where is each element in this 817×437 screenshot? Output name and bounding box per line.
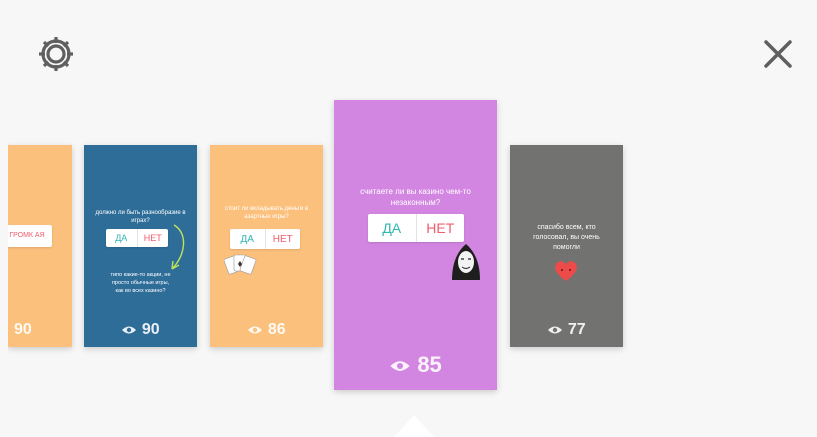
view-count: 85 bbox=[334, 352, 497, 378]
masked-hacker-icon bbox=[452, 244, 480, 280]
poll-yes-option: ДА bbox=[368, 214, 417, 242]
view-count: 90 bbox=[14, 321, 32, 338]
view-count: 86 bbox=[210, 321, 323, 339]
story-strip: ГРОМК АЯ 90 должно ли быть разнообразие … bbox=[8, 0, 817, 437]
story-question: считаете ли вы казино чем-то незаконным? bbox=[360, 187, 471, 207]
poll-no-option: НЕТ bbox=[426, 220, 455, 236]
playing-cards-icon bbox=[224, 254, 257, 275]
story-poll: ДА НЕТ bbox=[230, 229, 300, 249]
arrow-doodle-icon bbox=[171, 224, 185, 270]
story-card-selected[interactable]: считаете ли вы казино чем-то незаконным?… bbox=[334, 100, 497, 390]
eye-icon bbox=[122, 326, 137, 334]
selection-pointer bbox=[394, 415, 434, 437]
story-question: спасибо всем, кто голосовал, вы очень по… bbox=[533, 224, 600, 251]
story-card[interactable]: спасибо всем, кто голосовал, вы очень по… bbox=[510, 145, 623, 347]
eye-icon bbox=[390, 361, 410, 371]
story-poll: ГРОМК АЯ bbox=[8, 225, 52, 247]
poll-yes-option: ДА bbox=[106, 229, 138, 247]
story-answer: типо какие-то акции, не просто обычные и… bbox=[110, 272, 171, 294]
poll-no-option: НЕТ bbox=[272, 233, 293, 245]
view-count: 77 bbox=[510, 321, 623, 339]
eye-icon bbox=[248, 326, 263, 334]
story-card[interactable]: ГРОМК АЯ 90 bbox=[8, 145, 72, 347]
story-poll: ДА НЕТ bbox=[106, 229, 168, 247]
poll-yes-option: ДА bbox=[230, 229, 266, 249]
story-question: стоит ли вкладывать деньги в азартные иг… bbox=[224, 206, 309, 220]
story-poll: ДА НЕТ bbox=[368, 214, 464, 242]
story-card[interactable]: должно ли быть разнообразие в играх? ДА … bbox=[84, 145, 197, 347]
poll-no-option: ГРОМК АЯ bbox=[9, 232, 45, 239]
heart-icon bbox=[555, 261, 577, 281]
eye-icon bbox=[548, 326, 563, 334]
view-count: 90 bbox=[84, 321, 197, 339]
story-card[interactable]: стоит ли вкладывать деньги в азартные иг… bbox=[210, 145, 323, 347]
